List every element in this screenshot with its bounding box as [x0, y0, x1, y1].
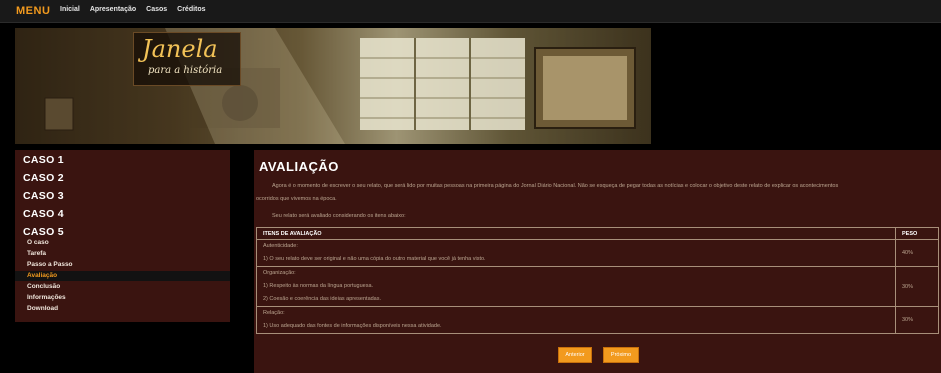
criteria-title: Organização:: [263, 270, 296, 276]
table-row: Autenticidade: 1) O seu relato deve ser …: [256, 239, 939, 267]
table-header-row: ITENS DE AVALIAÇÃO PESO: [256, 227, 939, 240]
sidebar: CASO 1 CASO 2 CASO 3 CASO 4 CASO 5 O cas…: [15, 150, 230, 322]
menu-label[interactable]: MENU: [16, 5, 50, 17]
table-cell-criteria: Relação: 1) Uso adequado das fontes de i…: [256, 306, 896, 334]
sidebar-case-3[interactable]: CASO 3: [23, 190, 64, 202]
criteria-line: 1) Respeito às normas da língua portugue…: [263, 283, 374, 289]
criteria-title: Autenticidade:: [263, 243, 298, 249]
criteria-line: 2) Coesão e coerência das ideias apresen…: [263, 296, 382, 302]
nav-item-apresentacao[interactable]: Apresentação: [90, 6, 136, 13]
banner-illustration: [15, 28, 651, 144]
main-content: AVALIAÇÃO Agora é o momento de escrever …: [254, 150, 941, 373]
nav-item-casos[interactable]: Casos: [146, 6, 167, 13]
sidebar-case-1[interactable]: CASO 1: [23, 154, 64, 166]
main-nav: Inicial Apresentação Casos Créditos: [60, 6, 206, 13]
sidebar-item-tarefa[interactable]: Tarefa: [27, 249, 230, 259]
sidebar-item-informacoes[interactable]: Informações: [27, 293, 230, 303]
table-row: Relação: 1) Uso adequado das fontes de i…: [256, 306, 939, 334]
next-button[interactable]: Próximo: [603, 347, 639, 363]
logo-subtitle: para a história: [148, 65, 223, 76]
nav-item-inicial[interactable]: Inicial: [60, 6, 80, 13]
table-cell-criteria: Organização: 1) Respeito às normas da lí…: [256, 266, 896, 307]
intro-paragraph-line-3: Seu relato será avaliado considerando os…: [272, 213, 406, 219]
sidebar-item-passo-a-passo[interactable]: Passo a Passo: [27, 260, 230, 270]
header-banner-image: Janela para a história: [15, 28, 651, 144]
criteria-line: 1) Uso adequado das fontes de informaçõe…: [263, 323, 442, 329]
logo-title: Janela: [142, 35, 218, 63]
sidebar-case-5[interactable]: CASO 5: [23, 226, 64, 238]
column-header-weight: PESO: [895, 227, 939, 240]
intro-paragraph-line-2: ocorridos que vivemos na época.: [256, 196, 337, 202]
site-logo[interactable]: Janela para a história: [133, 32, 241, 86]
sidebar-item-avaliacao[interactable]: Avaliação: [15, 271, 230, 281]
sidebar-item-o-caso[interactable]: O caso: [27, 238, 230, 248]
sidebar-item-conclusao[interactable]: Conclusão: [27, 282, 230, 292]
sidebar-item-download[interactable]: Download: [27, 304, 230, 314]
evaluation-table: ITENS DE AVALIAÇÃO PESO Autenticidade: 1…: [256, 227, 939, 334]
table-row: Organização: 1) Respeito às normas da lí…: [256, 266, 939, 307]
criteria-title: Relação:: [263, 310, 285, 316]
page-title: AVALIAÇÃO: [259, 159, 339, 174]
previous-button[interactable]: Anterior: [558, 347, 592, 363]
table-cell-criteria: Autenticidade: 1) O seu relato deve ser …: [256, 239, 896, 267]
nav-item-creditos[interactable]: Créditos: [177, 6, 205, 13]
sidebar-case-2[interactable]: CASO 2: [23, 172, 64, 184]
table-cell-weight: 40%: [895, 239, 939, 267]
column-header-items: ITENS DE AVALIAÇÃO: [256, 227, 896, 240]
table-cell-weight: 30%: [895, 306, 939, 334]
top-menu-bar: MENU Inicial Apresentação Casos Créditos: [0, 0, 941, 23]
sidebar-case-4[interactable]: CASO 4: [23, 208, 64, 220]
table-cell-weight: 30%: [895, 266, 939, 307]
criteria-line: 1) O seu relato deve ser original e não …: [263, 256, 486, 262]
intro-paragraph-line-1: Agora é o momento de escrever o seu rela…: [272, 183, 839, 189]
